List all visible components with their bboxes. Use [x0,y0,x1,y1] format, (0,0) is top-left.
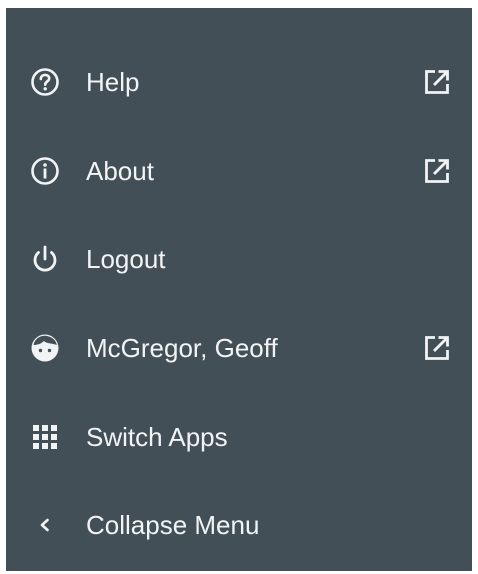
menu-item-label: Switch Apps [86,422,228,452]
menu-item-label: About [86,156,154,186]
menu-item-label: Collapse Menu [86,510,260,540]
menu-item-switch-apps[interactable]: Switch Apps [6,388,472,476]
menu-item-label: Help [86,67,140,97]
menu-item-profile[interactable]: McGregor, Geoff [6,299,472,387]
menu-item-help[interactable]: Help [6,33,472,121]
menu-item-collapse[interactable]: Collapse Menu [6,476,472,564]
menu-item-label: McGregor, Geoff [86,333,278,363]
external-link-icon[interactable] [420,331,454,365]
user-face-icon [28,331,62,365]
apps-grid-icon [28,420,62,454]
menu-item-about[interactable]: About [6,122,472,210]
info-circle-icon [28,154,62,188]
help-circle-icon [28,65,62,99]
menu-item-logout[interactable]: Logout [6,210,472,298]
power-icon [28,242,62,276]
external-link-icon[interactable] [420,65,454,99]
side-menu: Help About Logout McGregor, Geoff Switch… [6,8,472,571]
external-link-icon[interactable] [420,154,454,188]
menu-item-label: Logout [86,244,166,274]
chevron-left-icon [28,508,62,542]
